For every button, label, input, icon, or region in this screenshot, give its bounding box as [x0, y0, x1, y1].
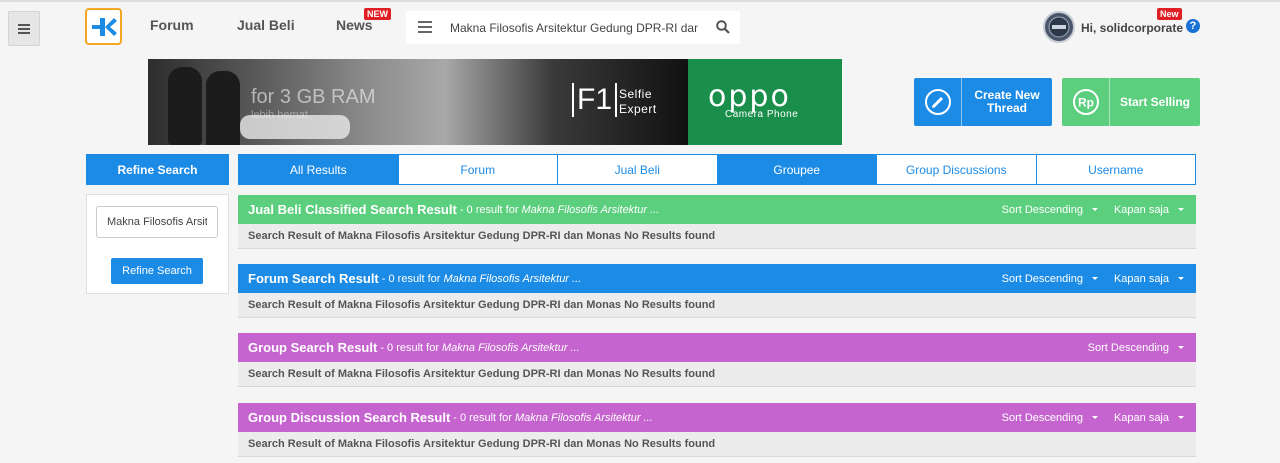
section-title[interactable]: Group Search Result [248, 340, 377, 355]
section-title[interactable]: Jual Beli Classified Search Result [248, 202, 457, 217]
nav-jualbeli-link[interactable]: Jual Beli [237, 17, 295, 33]
search-box [406, 11, 740, 44]
section-header: Group Discussion Search Result - 0 resul… [238, 403, 1196, 432]
forum-result-section: Forum Search Result - 0 result for Makna… [238, 264, 1196, 318]
chevron-down-icon [1091, 277, 1098, 280]
section-count: - 0 result for [453, 411, 512, 424]
start-selling-label: Start Selling [1119, 94, 1190, 109]
section-header: Jual Beli Classified Search Result - 0 r… [238, 195, 1196, 224]
banner-brand-sub: Camera Phone [725, 109, 799, 120]
rupiah-icon: Rp [1072, 89, 1099, 115]
section-controls: Sort Descending Kapan saja [986, 195, 1184, 224]
chevron-down-icon [1178, 346, 1184, 349]
banner-tagline: Selfie Expert [619, 87, 657, 116]
create-thread-button[interactable]: Create New Thread [914, 78, 1052, 126]
tab-group-discussions[interactable]: Group Discussions [876, 155, 1036, 184]
banner-person-image [206, 71, 240, 145]
section-header: Group Search Result - 0 result for Makna… [238, 333, 1196, 362]
sort-dropdown[interactable]: Sort Descending [1002, 412, 1098, 424]
time-filter-dropdown[interactable]: Kapan saja [1114, 412, 1184, 424]
chevron-down-icon [1178, 208, 1184, 211]
time-label: Kapan saja [1113, 411, 1169, 424]
news-new-badge: NEW [364, 8, 391, 20]
chevron-down-icon [1091, 416, 1098, 419]
top-navbar: Forum Jual Beli News NEW Hi, solidcorpor… [0, 0, 1280, 50]
sort-dropdown[interactable]: Sort Descending [1002, 273, 1098, 285]
section-query: Makna Filosofis Arsitektur ... [521, 203, 660, 216]
svg-text:Rp: Rp [1078, 96, 1094, 110]
oppo-ad-banner[interactable]: for 3 GB RAM lebih hemat F1 Selfie Exper… [148, 59, 842, 145]
tab-groupee[interactable]: Groupee [716, 155, 876, 184]
main-menu-button[interactable] [8, 11, 40, 46]
tab-username[interactable]: Username [1035, 155, 1196, 184]
kaskus-logo-icon [91, 17, 117, 36]
banner-model: F1 [572, 83, 618, 117]
result-tabs: All Results Forum Jual Beli Groupee Grou… [238, 154, 1196, 185]
section-message: Search Result of Makna Filosofis Arsitek… [238, 293, 1196, 318]
sort-label: Sort Descending [1001, 203, 1083, 216]
section-title[interactable]: Group Discussion Search Result [248, 410, 450, 425]
section-message: Search Result of Makna Filosofis Arsitek… [238, 432, 1196, 457]
section-count: - 0 result for [380, 341, 439, 354]
section-message: Search Result of Makna Filosofis Arsitek… [238, 224, 1196, 249]
refine-search-panel: Refine Search [86, 194, 229, 294]
search-icon[interactable] [716, 20, 730, 34]
sort-label: Sort Descending [1001, 411, 1083, 424]
banner-subline: lebih hemat [251, 109, 308, 121]
banner-headline: for 3 GB RAM [251, 86, 376, 108]
create-thread-label: Create New Thread [974, 88, 1040, 115]
refine-search-heading: Refine Search [86, 154, 229, 185]
help-icon[interactable]: ? [1186, 19, 1200, 33]
tab-jual-beli[interactable]: Jual Beli [557, 155, 717, 184]
sort-dropdown[interactable]: Sort Descending [1002, 204, 1098, 216]
start-selling-button[interactable]: Rp Start Selling [1062, 78, 1200, 126]
search-input[interactable] [450, 11, 698, 44]
user-greeting[interactable]: Hi, solidcorporate [1081, 21, 1183, 35]
user-avatar[interactable] [1043, 11, 1075, 43]
sort-label: Sort Descending [1001, 272, 1083, 285]
pencil-icon [924, 89, 951, 115]
group-discussion-result-section: Group Discussion Search Result - 0 resul… [238, 403, 1196, 457]
section-query: Makna Filosofis Arsitektur ... [514, 411, 653, 424]
chevron-down-icon [1178, 416, 1184, 419]
sort-label: Sort Descending [1087, 341, 1169, 354]
avatar-badge-icon [1048, 16, 1070, 38]
time-label: Kapan saja [1113, 203, 1169, 216]
jualbeli-result-section: Jual Beli Classified Search Result - 0 r… [238, 195, 1196, 249]
section-controls: Sort Descending [1072, 333, 1184, 362]
kaskus-logo[interactable] [85, 8, 122, 45]
banner-brand-panel: oppo Camera Phone [688, 59, 842, 145]
sort-dropdown[interactable]: Sort Descending [1088, 342, 1184, 354]
pencil-icon-wrap [914, 78, 962, 126]
rupiah-icon-wrap: Rp [1062, 78, 1110, 126]
refine-search-input[interactable] [96, 206, 218, 238]
time-filter-dropdown[interactable]: Kapan saja [1114, 204, 1184, 216]
chevron-down-icon [1178, 277, 1184, 280]
section-count: - 0 result for [381, 272, 441, 285]
group-result-section: Group Search Result - 0 result for Makna… [238, 333, 1196, 387]
section-message: Search Result of Makna Filosofis Arsitek… [238, 362, 1196, 387]
section-query: Makna Filosofis Arsitektur ... [442, 341, 580, 354]
section-controls: Sort Descending Kapan saja [986, 264, 1184, 293]
tab-all-results[interactable]: All Results [239, 155, 398, 184]
tab-forum[interactable]: Forum [397, 155, 558, 184]
banner-person-image [168, 67, 202, 145]
hamburger-icon [18, 23, 30, 34]
section-count: - 0 result for [459, 203, 519, 216]
time-label: Kapan saja [1113, 272, 1169, 285]
section-query: Makna Filosofis Arsitektur ... [443, 272, 582, 285]
time-filter-dropdown[interactable]: Kapan saja [1114, 273, 1184, 285]
section-controls: Sort Descending Kapan saja [986, 403, 1184, 432]
user-new-badge: New [1157, 8, 1182, 20]
refine-search-button[interactable]: Refine Search [111, 258, 203, 284]
section-title[interactable]: Forum Search Result [248, 271, 379, 286]
search-filter-menu-icon[interactable] [418, 21, 432, 33]
nav-forum-link[interactable]: Forum [150, 17, 194, 33]
section-header: Forum Search Result - 0 result for Makna… [238, 264, 1196, 293]
chevron-down-icon [1091, 208, 1098, 211]
